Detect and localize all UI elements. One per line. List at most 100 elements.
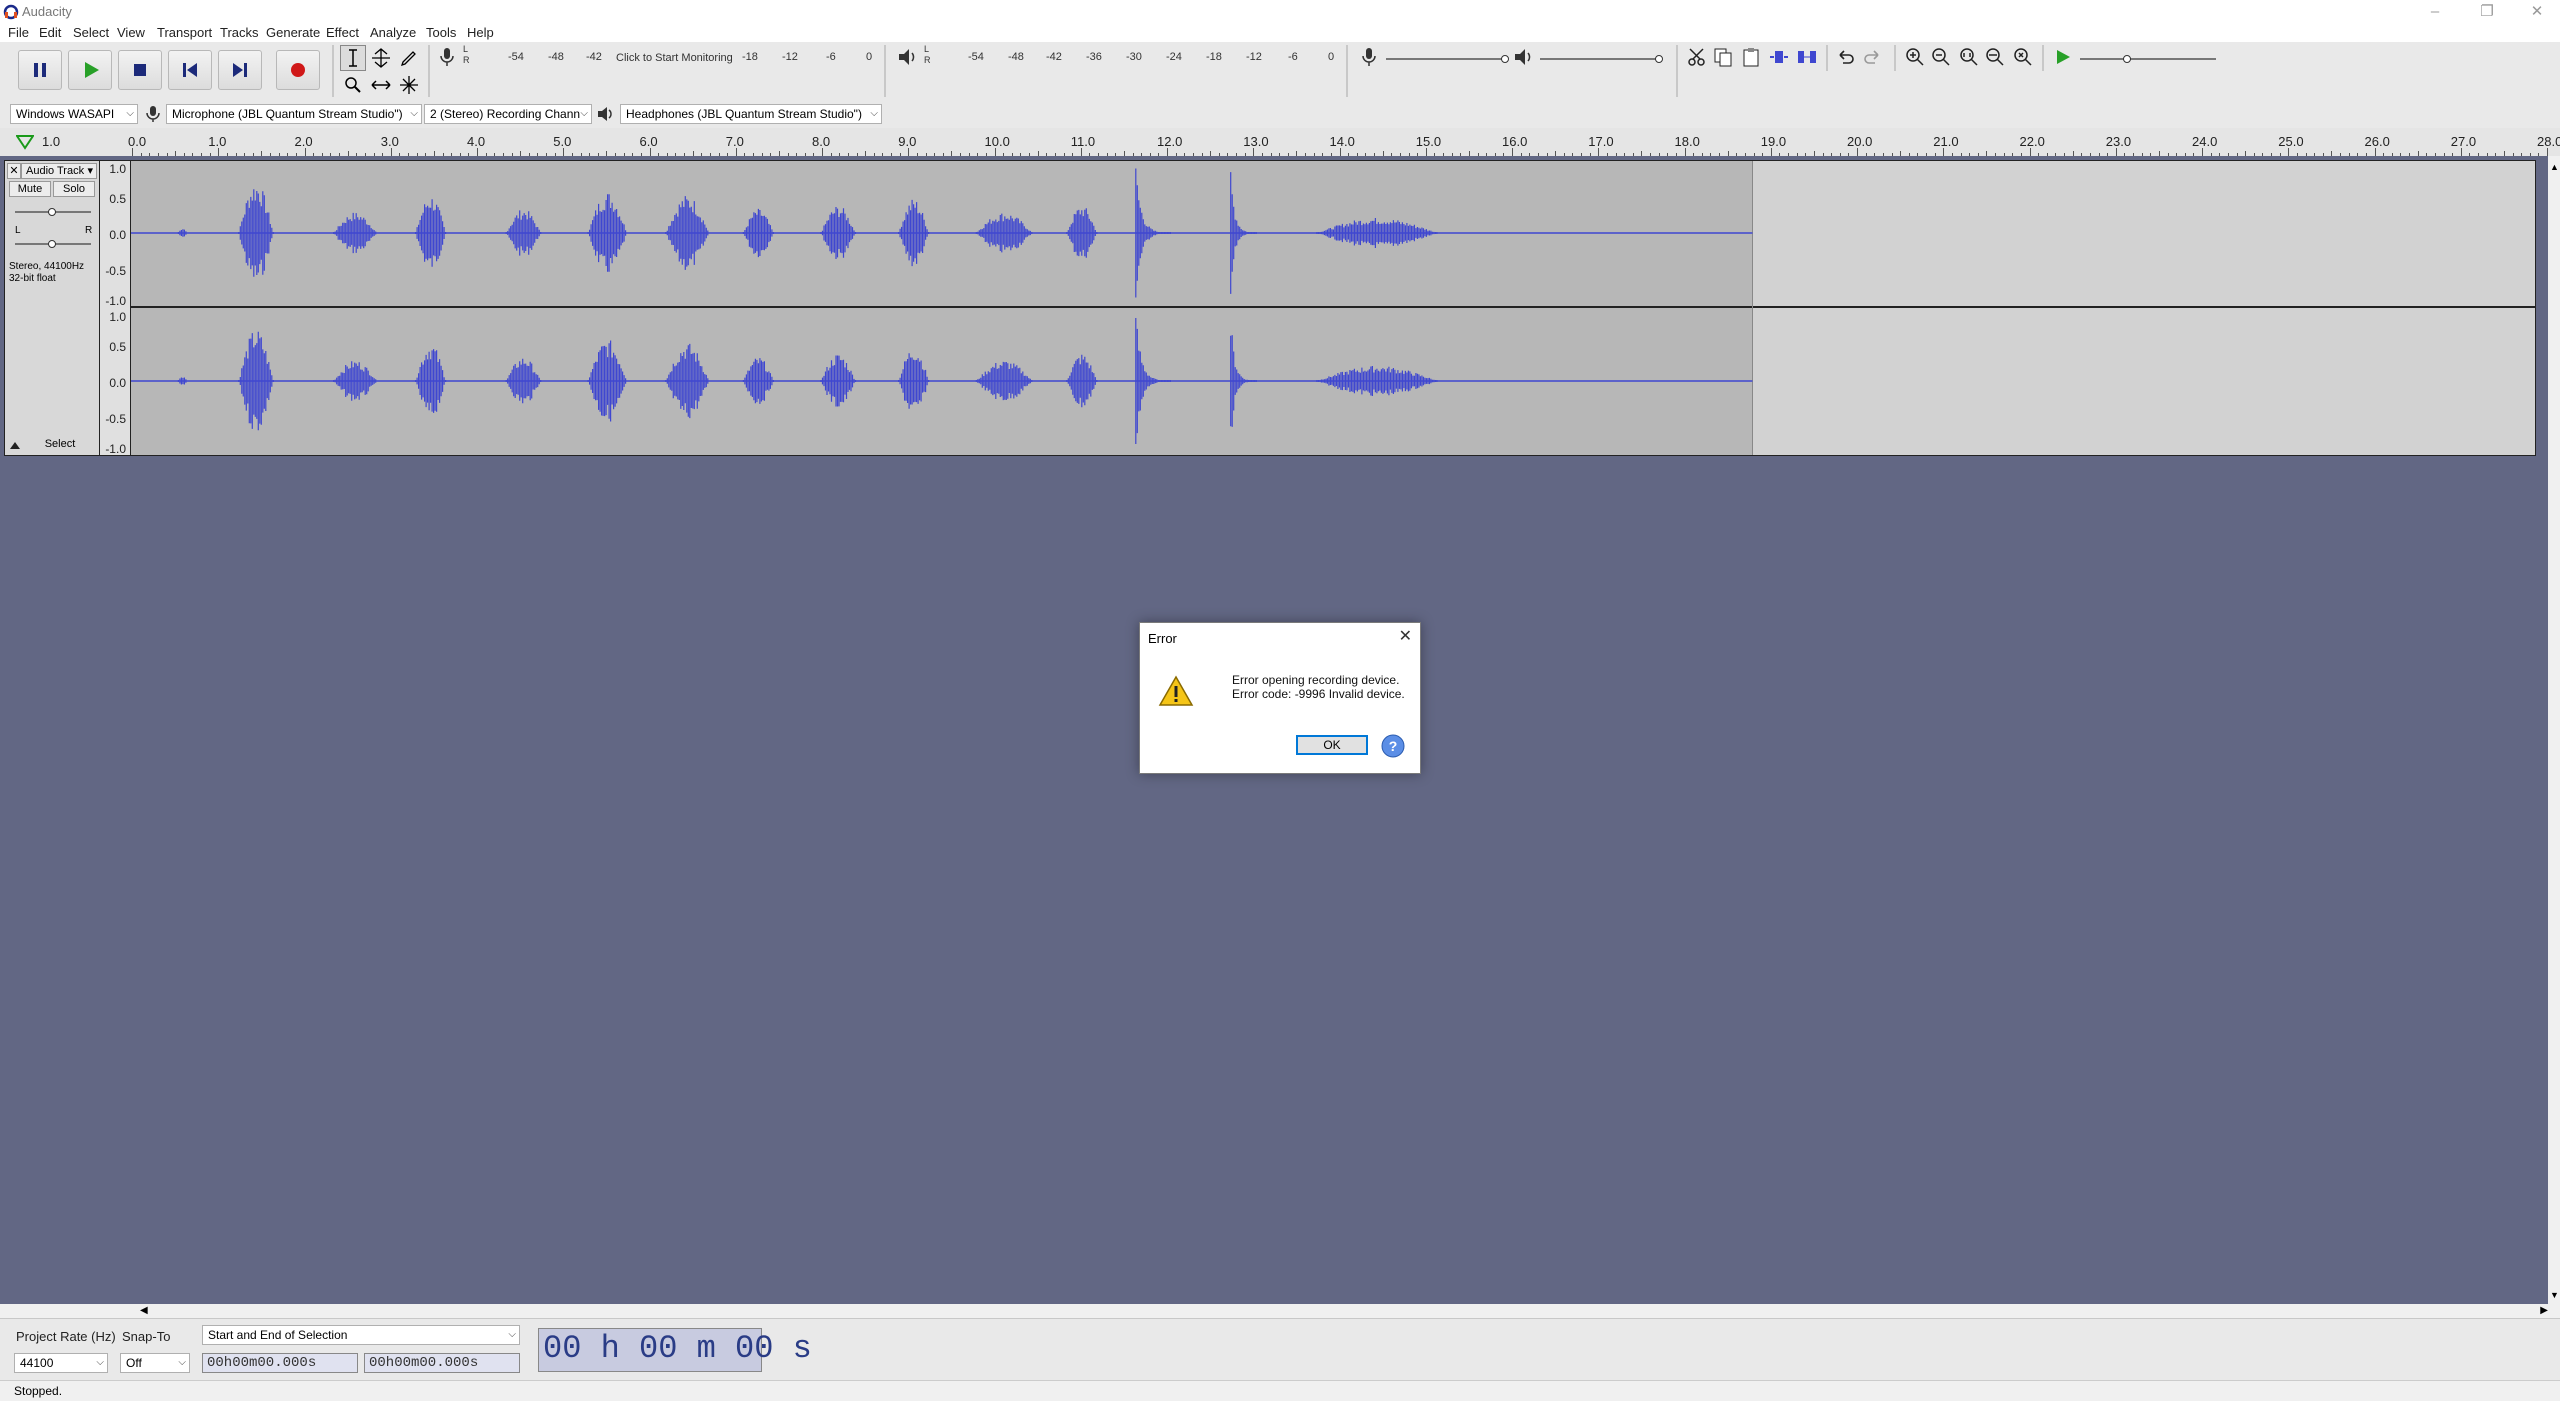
scroll-right-icon[interactable]: ▶ (2540, 1305, 2548, 1316)
copy-icon[interactable] (1712, 46, 1734, 68)
gain-slider[interactable] (15, 205, 91, 219)
timeline-tick (2460, 148, 2462, 156)
slider-thumb[interactable] (1654, 52, 1664, 66)
click-to-start-monitoring[interactable]: Click to Start Monitoring (616, 52, 733, 64)
slider-thumb[interactable] (1500, 52, 1510, 66)
play-button[interactable] (68, 50, 112, 90)
speaker-icon[interactable] (896, 46, 918, 68)
record-meter[interactable]: -54 -48 -42 Click to Start Monitoring -1… (472, 45, 882, 69)
cut-icon[interactable] (1686, 46, 1708, 68)
waveform-area[interactable] (130, 160, 2536, 456)
track-menu-button[interactable]: Audio Track ▾ (21, 163, 97, 179)
menu-edit[interactable]: Edit (39, 25, 61, 40)
track-format-info: Stereo, 44100Hz (9, 261, 85, 272)
dialog-close-icon[interactable]: ✕ (1399, 626, 1412, 646)
timeline-ruler[interactable]: 1.0 0.0 1.0 2.0 3.0 4.0 5.0 6.0 7.0 8.0 9.0 10.0 11… (0, 128, 2560, 157)
audio-position-display[interactable]: 00 h 00 m 00 s (538, 1328, 812, 1372)
audio-host-select[interactable]: Windows WASAPI ⌵ (10, 104, 138, 124)
slider-thumb[interactable] (47, 205, 57, 219)
zoom-toggle-icon[interactable] (2012, 46, 2034, 68)
zoom-tool[interactable] (340, 72, 366, 98)
redo-icon[interactable] (1862, 46, 1884, 68)
skip-to-start-button[interactable] (168, 50, 212, 90)
multi-tool[interactable] (396, 72, 422, 98)
meter-channel-r: R (924, 55, 931, 65)
microphone-icon[interactable] (436, 46, 458, 68)
scroll-left-icon[interactable]: ◀ (140, 1305, 148, 1316)
playback-meter[interactable]: -54 -48 -42 -36 -30 -24 -18 -12 -6 0 (934, 45, 1344, 69)
help-icon[interactable]: ? (1380, 734, 1406, 758)
recording-volume-slider[interactable] (1386, 50, 1510, 68)
menu-effect[interactable]: Effect (326, 25, 359, 40)
envelope-tool[interactable] (368, 45, 394, 71)
selection-mode-select[interactable]: Start and End of Selection ⌵ (202, 1325, 520, 1345)
selection-end-time[interactable]: 00h00m00.000s (364, 1353, 520, 1373)
paste-icon[interactable] (1740, 46, 1762, 68)
skip-to-end-button[interactable] (218, 50, 262, 90)
trim-audio-icon[interactable] (1768, 46, 1790, 68)
draw-tool[interactable] (396, 45, 422, 71)
close-track-button[interactable]: ✕ (7, 163, 21, 179)
timeline-tick (563, 148, 565, 156)
meter-channel-l: L (924, 44, 930, 54)
timeline-tick-label: 23.0 (2105, 134, 2132, 149)
amplitude-tick-label: -0.5 (105, 264, 126, 278)
close-window-button[interactable]: ✕ (2514, 0, 2560, 24)
horizontal-scrollbar[interactable]: ◀ ▶ (140, 1304, 2548, 1318)
menu-generate[interactable]: Generate (266, 25, 320, 40)
slider-thumb[interactable] (47, 237, 57, 251)
collapse-arrow-icon[interactable] (9, 439, 21, 451)
silence-audio-icon[interactable] (1796, 46, 1818, 68)
stop-button[interactable] (118, 50, 162, 90)
zoom-in-icon[interactable] (1904, 46, 1926, 68)
play-at-speed-slider[interactable] (2080, 50, 2220, 68)
menu-file[interactable]: File (8, 25, 29, 40)
dialog-title: Error (1148, 631, 1177, 646)
timeline-tick (1253, 148, 1255, 156)
menu-analyze[interactable]: Analyze (370, 25, 416, 40)
dropdown-triangle-icon: ▾ (87, 165, 93, 177)
recording-channels-select[interactable]: 2 (Stereo) Recording Chann ⌵ (424, 104, 592, 124)
selection-toolbar: Project Rate (Hz) 44100 ⌵ Snap-To Off ⌵ St… (0, 1318, 2560, 1381)
selection-start-time[interactable]: 00h00m00.000s (202, 1353, 358, 1373)
pause-button[interactable] (18, 50, 62, 90)
menu-select[interactable]: Select (73, 25, 109, 40)
menu-tools[interactable]: Tools (426, 25, 456, 40)
timeline-tick-label: 20.0 (1847, 134, 1873, 149)
menu-help[interactable]: Help (467, 25, 494, 40)
scroll-up-icon[interactable]: ▲ (2550, 162, 2559, 172)
timeline-tick-label: 9.0 (898, 134, 917, 149)
restore-button[interactable]: ❐ (2464, 0, 2510, 24)
vertical-scrollbar[interactable]: ▲ ▼ (2548, 156, 2560, 1304)
snap-to-select[interactable]: Off ⌵ (120, 1353, 190, 1373)
timeline-tick (649, 148, 651, 156)
project-rate-select[interactable]: 44100 ⌵ (14, 1353, 108, 1373)
menu-view[interactable]: View (117, 25, 145, 40)
track-control-panel: ✕ Audio Track ▾ Mute Solo L R Stereo, 441… (4, 160, 100, 456)
playback-volume-slider[interactable] (1540, 50, 1664, 68)
fit-project-icon[interactable] (1984, 46, 2006, 68)
undo-icon[interactable] (1834, 46, 1856, 68)
select-track-button[interactable]: Select (25, 437, 95, 453)
play-at-speed-icon[interactable] (2052, 46, 2074, 68)
menu-transport[interactable]: Transport (157, 25, 212, 40)
selection-tool[interactable] (340, 45, 366, 71)
scroll-down-icon[interactable]: ▼ (2550, 1290, 2559, 1300)
time-shift-tool[interactable] (368, 72, 394, 98)
playback-device-select[interactable]: Headphones (JBL Quantum Stream Studio") ⌵ (620, 104, 882, 124)
timeline-tick-label: 22.0 (2019, 134, 2045, 149)
amplitude-tick-label: 1.0 (109, 162, 126, 176)
device-toolbar: Windows WASAPI ⌵ Microphone (JBL Quantum … (0, 100, 2560, 129)
fit-selection-icon[interactable] (1958, 46, 1980, 68)
solo-button[interactable]: Solo (53, 181, 95, 197)
amplitude-ruler[interactable]: 1.0 0.5 0.0 -0.5 -1.0 1.0 0.5 0.0 -0.5 -1.0 (100, 160, 130, 456)
slider-thumb[interactable] (2122, 52, 2132, 66)
menu-tracks[interactable]: Tracks (220, 25, 259, 40)
zoom-out-icon[interactable] (1930, 46, 1952, 68)
pan-slider[interactable] (15, 237, 91, 251)
ok-button[interactable]: OK (1296, 735, 1368, 755)
recording-device-select[interactable]: Microphone (JBL Quantum Stream Studio") ⌵ (166, 104, 422, 124)
minimize-button[interactable]: – (2412, 0, 2458, 24)
record-button[interactable] (276, 50, 320, 90)
mute-button[interactable]: Mute (9, 181, 51, 197)
